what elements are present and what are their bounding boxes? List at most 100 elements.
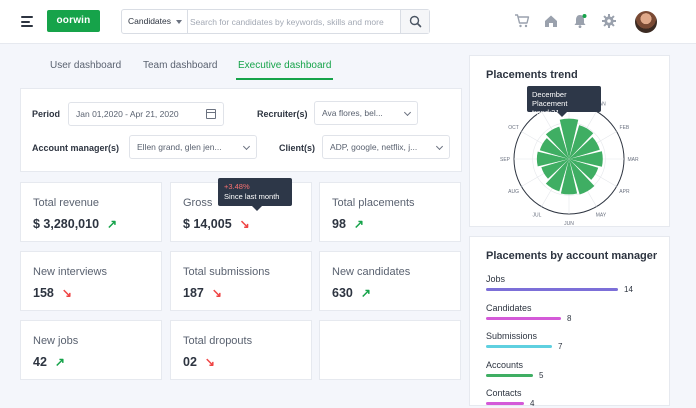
row-value: 8 — [567, 313, 572, 323]
polar-month-label: APR — [619, 189, 630, 195]
placements-trend-tooltip: December Placement trend:21 — [527, 86, 601, 117]
metric-label: Total dropouts — [183, 335, 253, 347]
polar-month-label: JUN — [564, 221, 574, 226]
panel-title: Placements by account manager — [486, 250, 658, 262]
home-icon[interactable] — [543, 13, 559, 29]
metric-label: New interviews — [33, 266, 107, 278]
polar-month-label: MAR — [627, 157, 639, 163]
chevron-down-icon — [403, 108, 412, 117]
trend-up-icon: ↗ — [54, 355, 65, 369]
period-label: Period — [32, 109, 61, 119]
top-bar: oorwin Candidates — [0, 0, 696, 44]
account-manager-row[interactable]: Submissions 7 — [486, 331, 666, 351]
row-bar — [486, 345, 552, 348]
metric-label: Total revenue — [33, 197, 100, 209]
metric-card-new-interviews[interactable]: New interviews 158 ↘ — [20, 251, 162, 311]
tab-executive-dashboard[interactable]: Executive dashboard — [235, 60, 334, 80]
metric-value: 02 — [183, 355, 197, 369]
metric-value: 98 — [332, 217, 346, 231]
client-label: Client(s) — [279, 143, 315, 153]
row-value: 14 — [624, 285, 633, 294]
bell-icon[interactable] — [572, 13, 588, 29]
logo[interactable]: oorwin — [47, 10, 100, 32]
tooltip-value: Placement trend:21 — [532, 99, 568, 117]
polar-month-label: FEB — [620, 125, 630, 131]
polar-month-label: MAY — [596, 212, 607, 218]
row-label: Candidates — [486, 302, 532, 313]
metric-card-total-revenue[interactable]: Total revenue $ 3,280,010 ↗ — [20, 182, 162, 242]
metric-card-total-submissions[interactable]: Total submissions 187 ↘ — [170, 251, 312, 311]
tooltip-month: December — [532, 90, 567, 99]
metric-value: 42 — [33, 355, 47, 369]
polar-month-label: AUG — [508, 189, 519, 195]
trend-down-icon: ↘ — [239, 217, 250, 231]
placements-trend-chart[interactable]: DECJANFEBMARAPRMAYJUNJULAUGSEPOCTNOV — [470, 56, 669, 226]
recruiter-label: Recruiter(s) — [257, 109, 308, 119]
gear-icon[interactable] — [601, 13, 617, 29]
row-bar — [486, 402, 524, 405]
tab-team-dashboard[interactable]: Team dashboard — [143, 60, 218, 79]
tab-user-dashboard[interactable]: User dashboard — [50, 60, 121, 79]
search-button[interactable] — [400, 10, 429, 33]
polar-month-label: JUL — [533, 212, 542, 218]
metric-label: Total submissions — [183, 266, 270, 278]
metric-value: $ 14,005 — [183, 217, 232, 231]
gross-tooltip: +3.48% Since last month — [218, 178, 292, 211]
account-manager-row[interactable]: Candidates 8 — [486, 302, 666, 323]
metric-value: 158 — [33, 286, 54, 300]
account-manager-row[interactable]: Jobs 14 — [486, 274, 666, 294]
period-value: Jan 01,2020 - Apr 21, 2020 — [76, 109, 179, 119]
metric-label: Total placements — [332, 197, 415, 209]
search-category-label: Candidates — [128, 16, 172, 26]
trend-down-icon: ↘ — [61, 286, 72, 300]
row-bar — [486, 316, 561, 320]
search-icon — [409, 15, 422, 28]
cart-icon[interactable] — [514, 13, 530, 29]
trend-down-icon: ↘ — [204, 355, 215, 369]
metric-card-empty — [319, 320, 461, 380]
avatar[interactable] — [635, 11, 657, 33]
row-value: 4 — [530, 399, 535, 408]
account-manager-select[interactable]: Ellen grand, glen jen... — [129, 135, 257, 159]
row-label: Jobs — [486, 274, 506, 284]
account-manager-row[interactable]: Contacts 4 — [486, 388, 666, 408]
chevron-down-icon — [435, 142, 444, 151]
account-manager-row[interactable]: Accounts 5 — [486, 359, 666, 380]
row-bar — [486, 373, 533, 377]
metric-label: Gross — [183, 197, 213, 209]
trend-down-icon: ↘ — [211, 286, 222, 300]
metric-label: New candidates — [332, 266, 411, 278]
account-manager-label: Account manager(s) — [32, 143, 120, 153]
account-manager-value: Ellen grand, glen jen... — [137, 142, 222, 152]
trend-up-icon: ↗ — [353, 217, 364, 231]
trend-up-icon: ↗ — [360, 286, 371, 300]
metric-value: 187 — [183, 286, 204, 300]
metric-card-total-dropouts[interactable]: Total dropouts 02 ↘ — [170, 320, 312, 380]
metric-label: New jobs — [33, 335, 79, 347]
caret-down-icon — [176, 20, 182, 24]
metric-card-new-candidates[interactable]: New candidates 630 ↗ — [319, 251, 461, 311]
metric-card-new-jobs[interactable]: New jobs 42 ↗ — [20, 320, 162, 380]
search-category-select[interactable]: Candidates — [122, 10, 188, 33]
placements-trend-panel: Placements trend DECJANFEBMARAPRMAYJUNJU… — [469, 55, 670, 227]
client-value: ADP, google, netflix, j... — [330, 142, 418, 152]
trend-up-icon: ↗ — [107, 217, 118, 231]
client-select[interactable]: ADP, google, netflix, j... — [322, 135, 450, 159]
menu-icon[interactable] — [21, 16, 33, 27]
tooltip-percent: +3.48% — [224, 182, 250, 191]
row-label: Accounts — [486, 359, 524, 370]
metric-value: 630 — [332, 286, 353, 300]
polar-month-label: OCT — [508, 125, 519, 131]
row-value: 5 — [539, 370, 544, 380]
chevron-down-icon — [242, 142, 251, 151]
tooltip-text: Since last month — [224, 192, 280, 201]
calendar-icon — [206, 109, 216, 119]
search-input[interactable] — [190, 12, 400, 31]
recruiter-select[interactable]: Ava flores, bel... — [314, 101, 418, 125]
polar-month-label: SEP — [500, 157, 511, 163]
row-label: Contacts — [486, 388, 522, 398]
period-date-range[interactable]: Jan 01,2020 - Apr 21, 2020 — [68, 102, 224, 126]
metric-card-total-placements[interactable]: Total placements 98 ↗ — [319, 182, 461, 242]
row-bar — [486, 288, 618, 291]
search-bar: Candidates — [121, 9, 430, 34]
